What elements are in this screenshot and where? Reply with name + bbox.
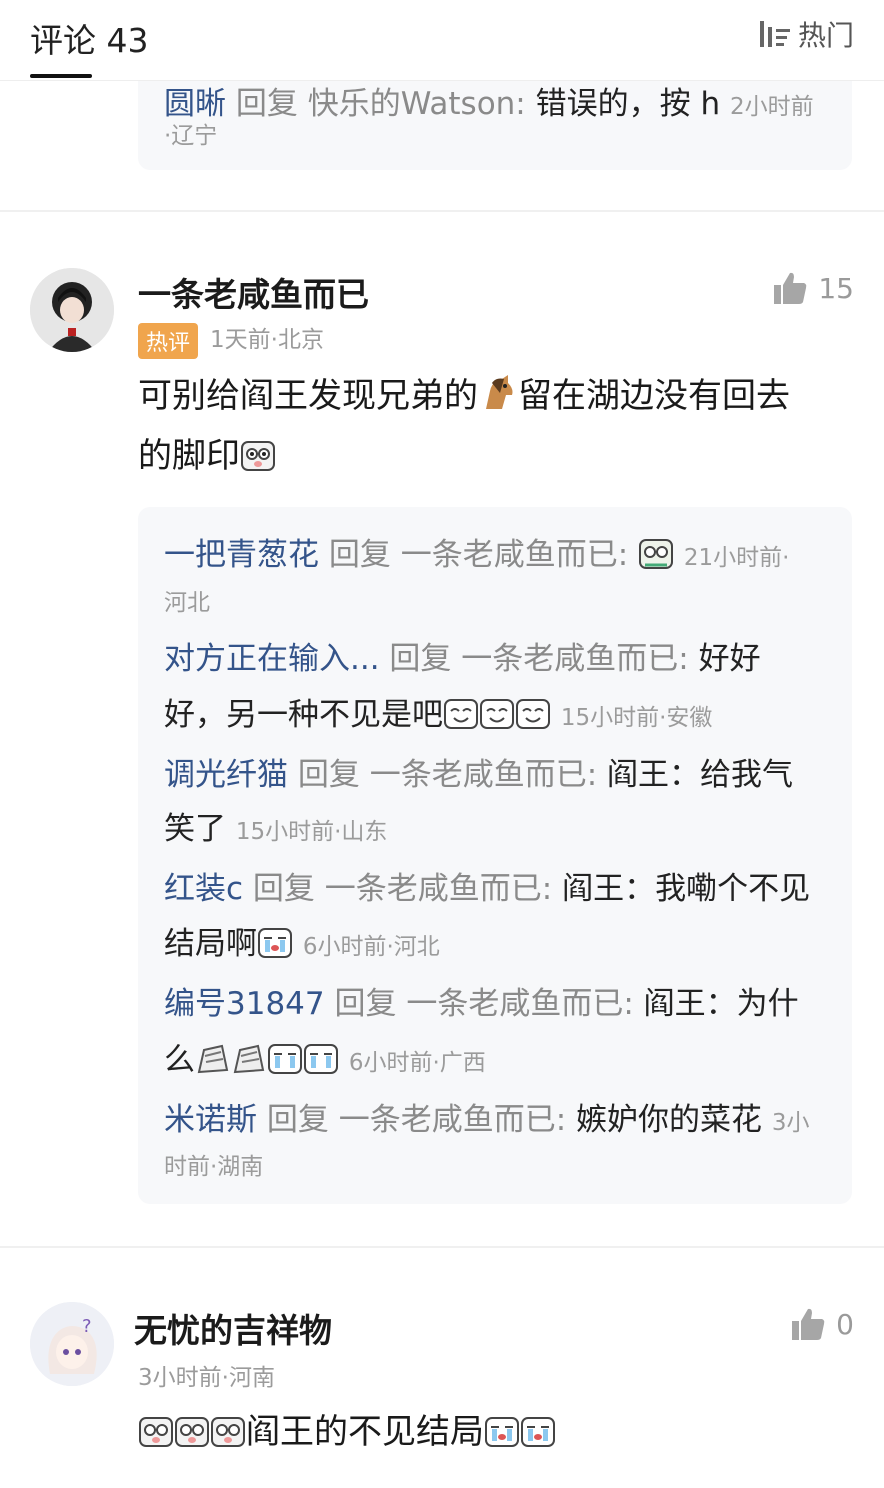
avatar[interactable] [30,268,114,352]
comment-text-part: 留在湖边没有回去 [518,376,790,416]
reply-meta: 15小时前·山东 [235,819,388,845]
reply-item[interactable]: 一把青葱花 回复 一条老咸鱼而已: 21小时前· [164,535,789,578]
reply-target: 快乐的Watson: [307,86,526,122]
reply-user[interactable]: 编号31847 [164,986,325,1022]
sort-icon [759,21,790,47]
comments-title: 评论 43 [30,21,149,60]
comment-author[interactable]: 无忧的吉祥物 [134,1304,332,1352]
reply-target: 一条老咸鱼而已: [400,537,629,573]
thumbs-up-icon [774,272,807,304]
reply-time: 3小 [771,1110,810,1136]
reply-location: ·辽宁 [164,123,218,149]
reply-continuation: 好，另一种不见是吧 15小时前·安徽 [164,695,712,738]
reply-location: 河北 [164,590,210,616]
comment-text: 可别给阎王发现兄弟的 留在湖边没有回去 的脚印 [138,366,858,486]
sticker-emoji [211,1408,245,1447]
active-tab-indicator [30,74,92,78]
reply-text: 错误的，按 h [535,86,721,122]
sort-button[interactable]: 热门 [758,14,854,54]
like-count: 0 [836,1307,854,1341]
avatar[interactable]: ? [30,1302,114,1386]
sticker-emoji [241,432,275,471]
comment-author[interactable]: 一条老咸鱼而已 [138,268,369,316]
comment-time-location: 3小时前·河南 [138,1365,275,1391]
horse-emoji [478,372,518,412]
like-count: 15 [818,271,854,305]
reply-word: 回复 [235,86,298,122]
reply-user[interactable]: 对方正在输入... [164,641,380,677]
reply-item[interactable]: 编号31847 回复 一条老咸鱼而已: 阎王：为什 [164,984,799,1024]
reply-text: 么 [164,1042,195,1078]
reply-target: 一条老咸鱼而已: [324,871,553,907]
reply-word: 回复 [252,871,315,907]
reply-text: 阎王：给我气 [607,757,794,793]
avatar-image: ? [30,1302,114,1386]
sticker-emoji [196,1042,230,1076]
reply-item[interactable]: 对方正在输入... 回复 一条老咸鱼而已: 好好 [164,639,761,679]
crying-emoji [258,926,292,960]
reply-user[interactable]: 调光纤猫 [164,757,288,793]
comments-header: 评论 43 热门 [0,0,884,81]
sticker-emoji [232,1042,266,1076]
reply-continuation: 么 6小时前·广西 [164,1040,486,1083]
sticker-emoji [175,1408,209,1447]
crying-emoji [485,1408,519,1447]
comment-text: 阎王的不见结局 [138,1402,858,1462]
divider [0,1246,884,1248]
reply-time: 2小时前 [729,94,814,120]
reply-word: 回复 [334,986,397,1022]
crying-emoji [521,1408,555,1447]
reply-word: 回复 [389,641,452,677]
reply-item[interactable]: 圆晰 回复 快乐的Watson: 错误的，按 h 2小时前 [164,84,814,127]
reply-text: 好好 [698,641,761,677]
reply-meta: 时前·湖南 [164,1154,264,1180]
reply-target: 一条老咸鱼而已: [461,641,689,677]
reply-item[interactable]: 米诺斯 回复 一条老咸鱼而已: 嫉妒你的菜花 3小 [164,1100,810,1143]
comment-text-part: 可别给阎王发现兄弟的 [138,376,478,416]
reply-target: 一条老咸鱼而已: [406,986,634,1022]
reply-text: 结局啊 [164,926,257,962]
reply-user[interactable]: 红装c [164,871,243,907]
crying-emoji [304,1042,338,1076]
reply-item[interactable]: 调光纤猫 回复 一条老咸鱼而已: 阎王：给我气 [164,755,793,795]
reply-meta: 6小时前·河北 [302,934,440,960]
like-button[interactable]: 0 [790,1306,854,1342]
reply-meta: 6小时前·广西 [348,1050,486,1076]
comment-text-part: 的脚印 [138,436,240,476]
hot-comment-badge: 热评 [138,322,199,359]
sticker-emoji [139,1408,173,1447]
reply-text: 笑了 [164,811,226,847]
reply-user[interactable]: 一把青葱花 [164,537,319,573]
crying-emoji [268,1042,302,1076]
reply-time: 21小时前· [683,545,790,571]
sort-label: 热门 [797,19,854,52]
svg-text:?: ? [82,1316,92,1337]
reply-item[interactable]: 红装c 回复 一条老咸鱼而已: 阎王：我嘞个不见 [164,869,810,909]
avatar-image [30,268,114,352]
reply-text: 阎王：为什 [643,986,799,1022]
smile-emoji [444,697,478,731]
reply-meta: 15小时前·安徽 [560,705,713,731]
reply-text: 阎王：我嘞个不见 [562,871,811,907]
reply-word: 回复 [297,757,360,793]
reply-user[interactable]: 米诺斯 [164,1102,257,1138]
smile-emoji [480,697,514,731]
reply-continuation: 笑了 15小时前·山东 [164,809,387,852]
comment-time-location: 1天前·北京 [210,327,324,353]
thumbs-up-icon [792,1308,825,1340]
like-button[interactable]: 15 [772,270,854,306]
replies-container: 一把青葱花 回复 一条老咸鱼而已: 21小时前· 河北 对方正在输入... 回复… [138,507,852,1204]
reply-text: 嫉妒你的菜花 [576,1102,763,1138]
comment-meta: 热评 1天前·北京 [138,320,324,359]
divider [0,210,884,212]
reply-target: 一条老咸鱼而已: [369,757,598,793]
comment-text-part: 阎王的不见结局 [246,1412,484,1452]
reply-text: 好，另一种不见是吧 [164,697,443,733]
reply-continuation: 结局啊 6小时前·河北 [164,924,440,967]
reply-target: 一条老咸鱼而已: [338,1102,567,1138]
reply-word: 回复 [266,1102,329,1138]
reply-word: 回复 [328,537,391,573]
smile-emoji [516,697,550,731]
sticker-emoji [639,537,674,571]
